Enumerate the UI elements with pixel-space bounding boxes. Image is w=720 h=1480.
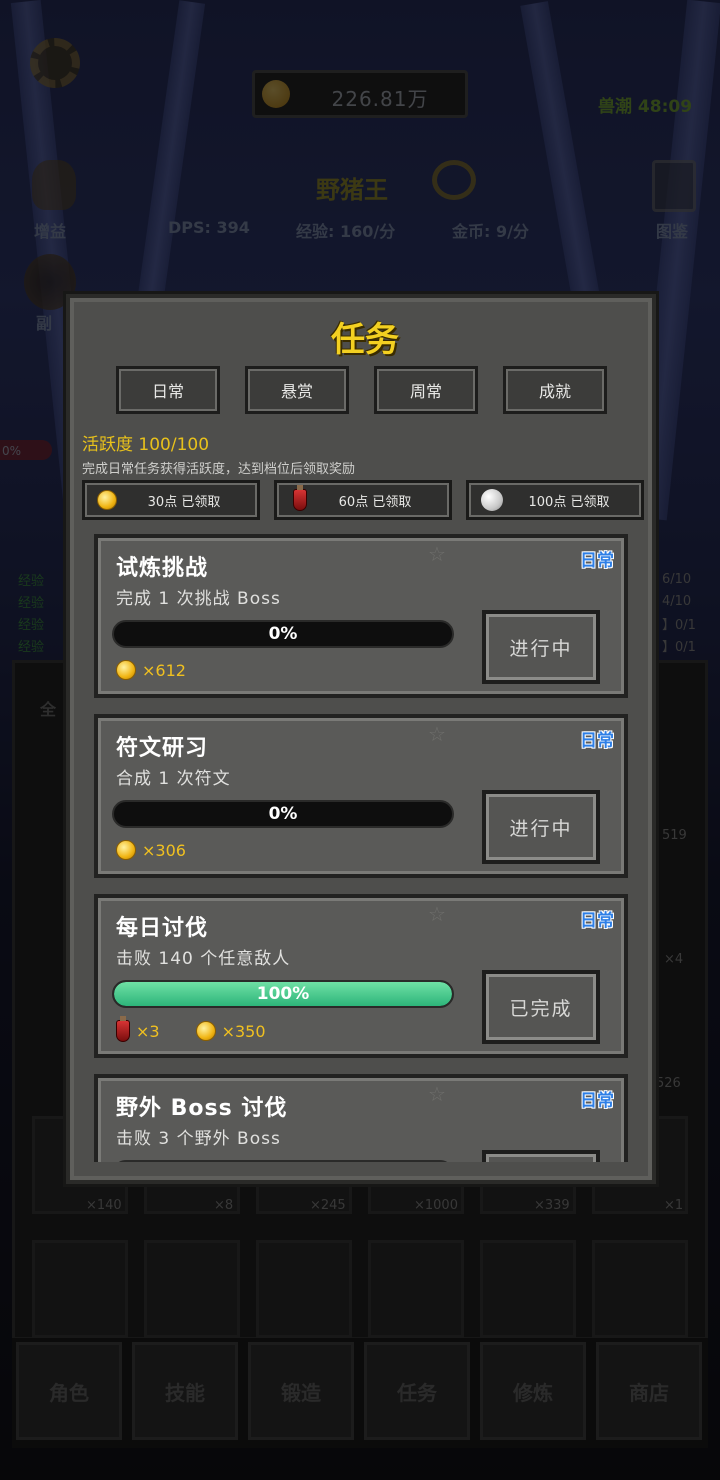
- progress-label: 100%: [256, 984, 310, 1004]
- coin-icon: [116, 660, 136, 680]
- favorite-star-icon[interactable]: ☆: [428, 722, 446, 746]
- task-card: 符文研习 ☆ 日常 合成 1 次符文 0% ×306 进行中: [94, 714, 628, 878]
- task-title: 每日讨伐: [116, 916, 209, 941]
- favorite-star-icon[interactable]: ☆: [428, 542, 446, 566]
- task-dialog: 任务 日常 悬赏 周常 成就 活跃度 100/100 完成日常任务获得活跃度，达…: [66, 294, 656, 1184]
- task-progress-bar: [112, 1160, 454, 1162]
- reward-amount: ×306: [142, 840, 186, 860]
- task-description: 合成 1 次符文: [116, 769, 231, 789]
- activity-description: 完成日常任务获得活跃度，达到档位后领取奖励: [82, 462, 356, 477]
- task-type-tag: 日常: [580, 731, 614, 751]
- task-rewards: ×612: [116, 660, 186, 680]
- tab-daily[interactable]: 日常: [116, 366, 220, 414]
- task-progress-bar: 0%: [112, 620, 454, 648]
- coin-icon: [97, 490, 117, 510]
- activity-reward-30[interactable]: 30点 已领取: [82, 480, 260, 520]
- activity-reward-label: 60点 已领取: [338, 494, 412, 510]
- task-type-tag: 日常: [580, 1091, 614, 1111]
- dialog-title: 任务: [331, 320, 399, 360]
- progress-label: 0%: [268, 624, 298, 644]
- task-title: 符文研习: [116, 736, 209, 761]
- tab-achievement[interactable]: 成就: [503, 366, 607, 414]
- pearl-icon: [481, 489, 503, 511]
- task-progress-bar: 0%: [112, 800, 454, 828]
- potion-icon: [293, 485, 307, 511]
- task-title: 试炼挑战: [116, 556, 209, 581]
- favorite-star-icon[interactable]: ☆: [428, 1082, 446, 1106]
- task-type-tag: 日常: [580, 911, 614, 931]
- reward-item: ×612: [116, 660, 186, 680]
- task-rewards: ×306: [116, 840, 186, 860]
- task-status-button[interactable]: 进行中: [482, 790, 600, 864]
- reward-amount: ×3: [136, 1021, 160, 1041]
- task-type-tag: 日常: [580, 551, 614, 571]
- task-status-button[interactable]: 进行中: [482, 610, 600, 684]
- reward-item: ×306: [116, 840, 186, 860]
- reward-item: ×3: [116, 1016, 160, 1042]
- task-progress-bar: 100%: [112, 980, 454, 1008]
- coin-icon: [116, 840, 136, 860]
- activity-reward-100[interactable]: 100点 已领取: [466, 480, 644, 520]
- task-card: 试炼挑战 ☆ 日常 完成 1 次挑战 Boss 0% ×612 进行中: [94, 534, 628, 698]
- task-description: 击败 3 个野外 Boss: [116, 1129, 281, 1149]
- activity-reward-60[interactable]: 60点 已领取: [274, 480, 452, 520]
- reward-item: ×350: [195, 1021, 266, 1041]
- task-title: 野外 Boss 讨伐: [116, 1096, 288, 1121]
- task-status-button[interactable]: [482, 1150, 600, 1162]
- reward-amount: ×350: [221, 1021, 266, 1041]
- activity-reward-label: 100点 已领取: [528, 494, 610, 510]
- tab-bounty[interactable]: 悬赏: [245, 366, 349, 414]
- tab-weekly[interactable]: 周常: [374, 366, 478, 414]
- task-list[interactable]: 试炼挑战 ☆ 日常 完成 1 次挑战 Boss 0% ×612 进行中 符文研习…: [94, 534, 634, 1162]
- activity-points: 活跃度 100/100: [82, 435, 210, 455]
- potion-icon: [116, 1016, 130, 1042]
- task-rewards: ×3 ×350: [116, 1016, 266, 1042]
- task-description: 击败 140 个任意敌人: [116, 949, 291, 969]
- task-status-button[interactable]: 已完成: [482, 970, 600, 1044]
- activity-reward-label: 30点 已领取: [147, 494, 221, 510]
- favorite-star-icon[interactable]: ☆: [428, 902, 446, 926]
- task-description: 完成 1 次挑战 Boss: [116, 589, 281, 609]
- coin-icon: [195, 1021, 216, 1041]
- task-card: 野外 Boss 讨伐 ☆ 日常 击败 3 个野外 Boss: [94, 1074, 628, 1162]
- task-card: 每日讨伐 ☆ 日常 击败 140 个任意敌人 100% ×3 ×350 已完成: [94, 894, 628, 1058]
- progress-label: 0%: [268, 804, 298, 824]
- reward-amount: ×612: [142, 660, 186, 680]
